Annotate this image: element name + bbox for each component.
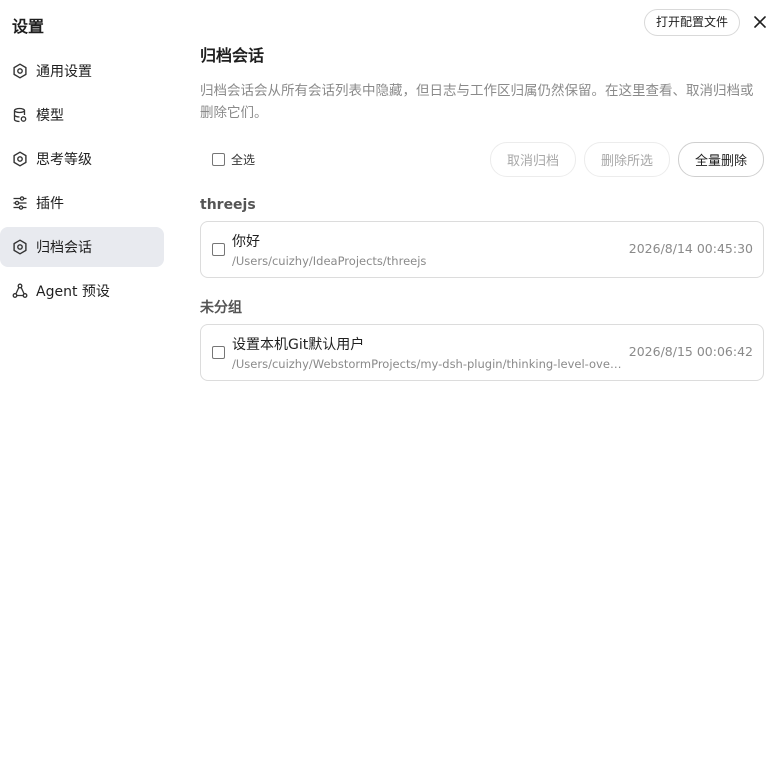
sidebar-item-label: 通用设置 [36, 64, 92, 80]
delete-selected-button[interactable]: 删除所选 [584, 142, 670, 177]
session-time: 2026/8/15 00:06:42 [628, 344, 753, 359]
sidebar-item-label: 归档会话 [36, 240, 92, 256]
session-path: /Users/cuizhy/WebstormProjects/my-dsh-pl… [232, 357, 624, 371]
group-label-ungrouped: 未分组 [200, 300, 242, 316]
sidebar-item-label: 思考等级 [36, 152, 92, 168]
archived-session-item[interactable]: 你好 /Users/cuizhy/IdeaProjects/threejs 20… [200, 221, 764, 278]
sliders-icon [12, 195, 28, 211]
session-checkbox[interactable] [212, 243, 225, 256]
checkbox[interactable] [212, 153, 225, 166]
sidebar-item-archived-sessions[interactable]: 归档会话 [0, 227, 164, 267]
sidebar-item-label: 模型 [36, 108, 64, 124]
sidebar-item-label: Agent 预设 [36, 284, 110, 300]
close-button[interactable] [750, 12, 770, 32]
settings-title: 设置 [12, 17, 45, 36]
settings-sidebar: 通用设置 模型 思考等级 插件 归档会话 Agent 预设 [0, 51, 164, 315]
gear-icon [12, 63, 28, 79]
sidebar-item-label: 插件 [36, 196, 64, 212]
unarchive-button[interactable]: 取消归档 [490, 142, 576, 177]
select-all-label: 全选 [231, 153, 256, 167]
session-name: 设置本机Git默认用户 [232, 337, 365, 353]
gear-icon [12, 239, 28, 255]
sidebar-item-agent-presets[interactable]: Agent 预设 [0, 271, 164, 311]
group-label-threejs: threejs [200, 197, 256, 213]
session-checkbox[interactable] [212, 346, 225, 359]
sidebar-item-plugins[interactable]: 插件 [0, 183, 164, 223]
agent-icon [12, 283, 28, 299]
session-path: /Users/cuizhy/IdeaProjects/threejs [232, 254, 427, 268]
database-icon [12, 107, 28, 123]
session-name: 你好 [232, 234, 260, 250]
gear-icon [12, 151, 28, 167]
archive-toolbar: 全选 取消归档 删除所选 全量删除 [200, 142, 764, 177]
page-description: 归档会话会从所有会话列表中隐藏，但日志与工作区归属仍然保留。在这里查看、取消归档… [200, 83, 754, 121]
sidebar-item-models[interactable]: 模型 [0, 95, 164, 135]
open-config-file-button[interactable]: 打开配置文件 [644, 9, 741, 36]
sidebar-item-general[interactable]: 通用设置 [0, 51, 164, 91]
select-all-checkbox[interactable]: 全选 [212, 151, 255, 168]
page-title: 归档会话 [200, 46, 265, 65]
close-icon [754, 16, 766, 28]
delete-all-button[interactable]: 全量删除 [678, 142, 764, 177]
archived-sessions-panel: 归档会话 归档会话会从所有会话列表中隐藏，但日志与工作区归属仍然保留。在这里查看… [200, 44, 764, 381]
sidebar-item-thinking-level[interactable]: 思考等级 [0, 139, 164, 179]
session-time: 2026/8/14 00:45:30 [628, 241, 753, 256]
archived-session-item[interactable]: 设置本机Git默认用户 /Users/cuizhy/WebstormProjec… [200, 324, 764, 381]
